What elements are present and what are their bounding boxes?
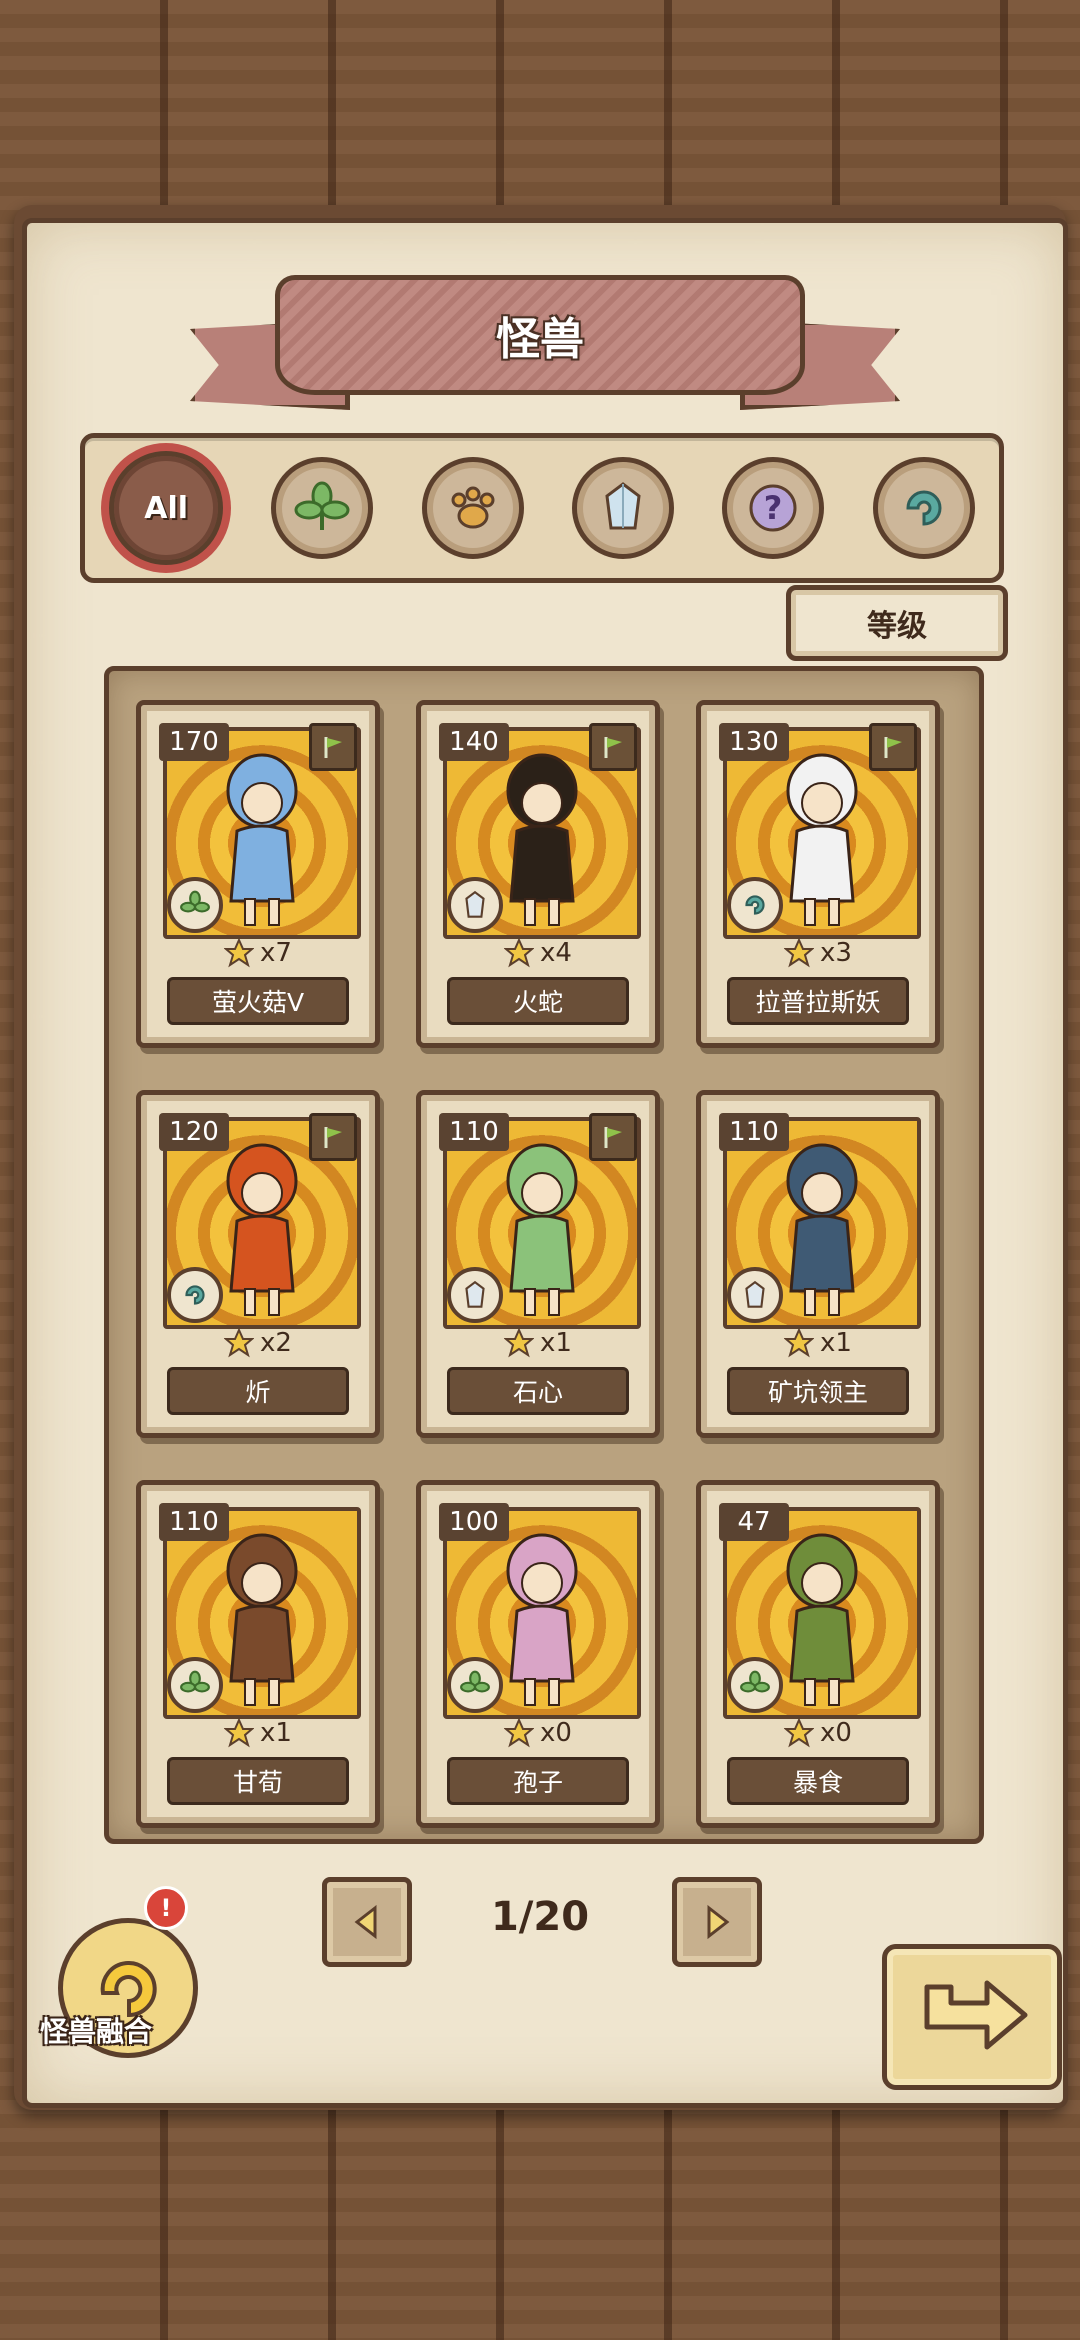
monster-name: 火蛇 <box>447 977 629 1025</box>
monster-card[interactable]: 110 x1 石心 <box>416 1090 660 1438</box>
monster-level: 120 <box>159 1113 229 1151</box>
monster-name: 炘 <box>167 1367 349 1415</box>
prev-page-button[interactable] <box>322 1877 412 1967</box>
flag-icon <box>589 1113 637 1161</box>
filter-leaf-button[interactable] <box>271 457 374 559</box>
monster-name: 暴食 <box>727 1757 909 1805</box>
star-icon <box>504 938 535 968</box>
star-icon <box>504 1328 535 1358</box>
star-count-value: x2 <box>260 1328 292 1358</box>
flag-icon <box>309 723 357 771</box>
star-count: x0 <box>421 1713 655 1753</box>
monster-card[interactable]: 100 x0 孢子 <box>416 1480 660 1828</box>
filter-all-label: All <box>144 490 189 526</box>
filter-question-button[interactable]: ? <box>722 457 825 559</box>
svg-text:?: ? <box>764 489 783 527</box>
fusion-alert-badge: ! <box>144 1886 188 1930</box>
monster-name: 拉普拉斯妖 <box>727 977 909 1025</box>
monster-level: 110 <box>719 1113 789 1151</box>
star-count-value: x1 <box>260 1718 292 1748</box>
monster-card[interactable]: 47 x0 暴食 <box>696 1480 940 1828</box>
flag-icon <box>589 723 637 771</box>
crystal-element-icon <box>727 1267 783 1323</box>
star-count: x1 <box>141 1713 375 1753</box>
fusion-label: 怪兽融合 <box>40 2015 153 2048</box>
leaf-element-icon <box>447 1657 503 1713</box>
monster-level: 110 <box>439 1113 509 1151</box>
question-icon: ? <box>749 484 797 532</box>
monster-level: 130 <box>719 723 789 761</box>
monster-level: 100 <box>439 1503 509 1541</box>
star-icon <box>784 1718 815 1748</box>
return-arrow-icon <box>924 1980 1028 2050</box>
monster-name: 石心 <box>447 1367 629 1415</box>
crystal-icon <box>605 482 641 530</box>
flag-icon <box>309 1113 357 1161</box>
monster-card[interactable]: 170 x7 萤火菇Ⅴ <box>136 700 380 1048</box>
monster-card[interactable]: 110 x1 甘荀 <box>136 1480 380 1828</box>
star-count-value: x1 <box>540 1328 572 1358</box>
star-count-value: x0 <box>540 1718 572 1748</box>
star-icon <box>224 1328 255 1358</box>
star-icon <box>224 938 255 968</box>
star-count-value: x1 <box>820 1328 852 1358</box>
monster-name: 萤火菇Ⅴ <box>167 977 349 1025</box>
crystal-element-icon <box>447 1267 503 1323</box>
monster-name: 矿坑领主 <box>727 1367 909 1415</box>
star-count: x7 <box>141 933 375 973</box>
title-ribbon: 怪兽 <box>275 275 805 395</box>
monster-level: 47 <box>719 1503 789 1541</box>
monster-card[interactable]: 130 x3 拉普拉斯妖 <box>696 700 940 1048</box>
monster-card[interactable]: 120 x2 炘 <box>136 1090 380 1438</box>
monster-level: 170 <box>159 723 229 761</box>
star-icon <box>224 1718 255 1748</box>
arrow-right-icon <box>707 1904 730 1940</box>
filter-crystal-button[interactable] <box>572 457 675 559</box>
flag-icon <box>869 723 917 771</box>
star-count: x2 <box>141 1323 375 1363</box>
filter-bar: All ? <box>80 433 1004 583</box>
next-page-button[interactable] <box>672 1877 762 1967</box>
paw-icon <box>451 486 495 529</box>
star-count: x4 <box>421 933 655 973</box>
monster-name: 甘荀 <box>167 1757 349 1805</box>
back-button[interactable] <box>882 1944 1062 2090</box>
spiral-icon <box>906 490 942 526</box>
spiral-element-icon <box>167 1267 223 1323</box>
page-title: 怪兽 <box>496 314 584 365</box>
leaf-element-icon <box>167 1657 223 1713</box>
spiral-element-icon <box>727 877 783 933</box>
filter-spiral-button[interactable] <box>872 457 975 559</box>
crystal-element-icon <box>447 877 503 933</box>
page-indicator: 1/20 <box>490 1894 590 1940</box>
star-count: x3 <box>701 933 935 973</box>
filter-all-button[interactable]: All <box>109 451 224 565</box>
leaf-icon <box>294 481 350 530</box>
star-count-value: x7 <box>260 938 292 968</box>
monster-level: 140 <box>439 723 509 761</box>
monster-card[interactable]: 110 x1 矿坑领主 <box>696 1090 940 1438</box>
sort-by-level-button[interactable]: 等级 <box>786 585 1008 661</box>
arrow-left-icon <box>354 1904 377 1940</box>
star-count-value: x0 <box>820 1718 852 1748</box>
monster-card[interactable]: 140 x4 火蛇 <box>416 700 660 1048</box>
star-count: x1 <box>701 1323 935 1363</box>
monster-name: 孢子 <box>447 1757 629 1805</box>
leaf-element-icon <box>727 1657 783 1713</box>
leaf-element-icon <box>167 877 223 933</box>
star-icon <box>504 1718 535 1748</box>
star-icon <box>784 938 815 968</box>
star-count-value: x3 <box>820 938 852 968</box>
star-icon <box>784 1328 815 1358</box>
star-count-value: x4 <box>540 938 572 968</box>
filter-paw-button[interactable] <box>421 457 524 559</box>
sort-label: 等级 <box>867 609 927 644</box>
star-count: x0 <box>701 1713 935 1753</box>
monster-level: 110 <box>159 1503 229 1541</box>
star-count: x1 <box>421 1323 655 1363</box>
